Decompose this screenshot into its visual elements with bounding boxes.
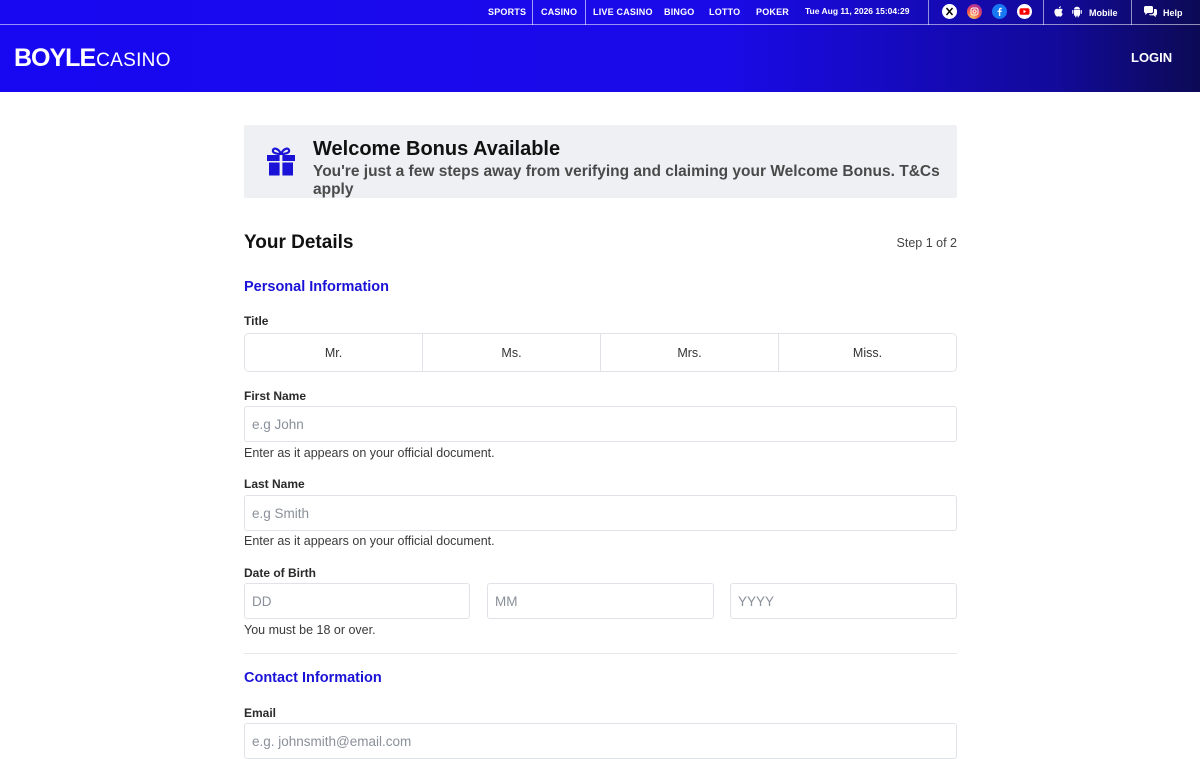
email-input[interactable] (244, 723, 957, 759)
step-indicator: Step 1 of 2 (896, 236, 957, 250)
site-logo[interactable]: BOYLE CASINO (14, 44, 171, 72)
dob-year-input[interactable] (730, 583, 957, 619)
title-selector: Mr. Ms. Mrs. Miss. (244, 333, 957, 372)
facebook-icon[interactable] (992, 4, 1007, 19)
bonus-subtitle: You're just a few steps away from verify… (313, 163, 940, 198)
youtube-icon[interactable] (1017, 4, 1032, 19)
email-label: Email (244, 706, 277, 720)
dob-label: Date of Birth (244, 566, 316, 580)
bonus-title: Welcome Bonus Available (313, 138, 561, 160)
welcome-bonus-banner: Welcome Bonus Available You're just a fe… (244, 125, 957, 198)
divider (928, 0, 929, 25)
title-option-miss[interactable]: Miss. (779, 334, 956, 371)
nav-lotto[interactable]: LOTTO (709, 0, 740, 25)
help-link[interactable]: Help (1143, 0, 1183, 25)
login-button[interactable]: LOGIN (1131, 50, 1172, 65)
help-label[interactable]: Help (1163, 8, 1183, 18)
dob-day-input[interactable] (244, 583, 470, 619)
first-name-label: First Name (244, 389, 307, 403)
nav-sports[interactable]: SPORTS (488, 0, 526, 25)
first-name-input[interactable] (244, 406, 957, 442)
instagram-icon[interactable] (967, 4, 982, 19)
dob-hint: You must be 18 or over. (244, 623, 376, 637)
logo-main: BOYLE (14, 44, 96, 72)
site-header: SPORTS CASINO LIVE CASINO BINGO LOTTO PO… (0, 0, 1200, 92)
section-divider (244, 653, 957, 654)
divider (1131, 0, 1132, 25)
mobile-label[interactable]: Mobile (1089, 8, 1118, 18)
logo-sub: CASINO (96, 50, 171, 71)
nav-live-casino[interactable]: LIVE CASINO (593, 0, 653, 25)
last-name-input[interactable] (244, 495, 957, 531)
datetime: Tue Aug 11, 2026 15:04:29 (805, 6, 910, 16)
chat-icon (1143, 5, 1158, 20)
page-title: Your Details (244, 232, 354, 253)
title-label: Title (244, 314, 269, 328)
first-name-hint: Enter as it appears on your official doc… (244, 446, 495, 460)
apple-icon[interactable] (1053, 5, 1065, 20)
divider (1043, 0, 1044, 25)
nav-poker[interactable]: POKER (756, 0, 789, 25)
nav-bingo[interactable]: BINGO (664, 0, 695, 25)
last-name-label: Last Name (244, 477, 305, 491)
title-option-mr[interactable]: Mr. (245, 334, 423, 371)
android-icon[interactable] (1071, 5, 1083, 20)
gift-icon (266, 145, 296, 177)
title-option-ms[interactable]: Ms. (423, 334, 601, 371)
mobile-apps[interactable]: Mobile (1053, 0, 1118, 25)
dob-month-input[interactable] (487, 583, 714, 619)
title-option-mrs[interactable]: Mrs. (601, 334, 779, 371)
top-bar: SPORTS CASINO LIVE CASINO BINGO LOTTO PO… (0, 0, 1200, 25)
personal-info-heading: Personal Information (244, 279, 390, 295)
last-name-hint: Enter as it appears on your official doc… (244, 534, 495, 548)
x-icon[interactable] (942, 4, 957, 19)
nav-casino[interactable]: CASINO (532, 0, 587, 25)
contact-info-heading: Contact Information (244, 670, 382, 686)
